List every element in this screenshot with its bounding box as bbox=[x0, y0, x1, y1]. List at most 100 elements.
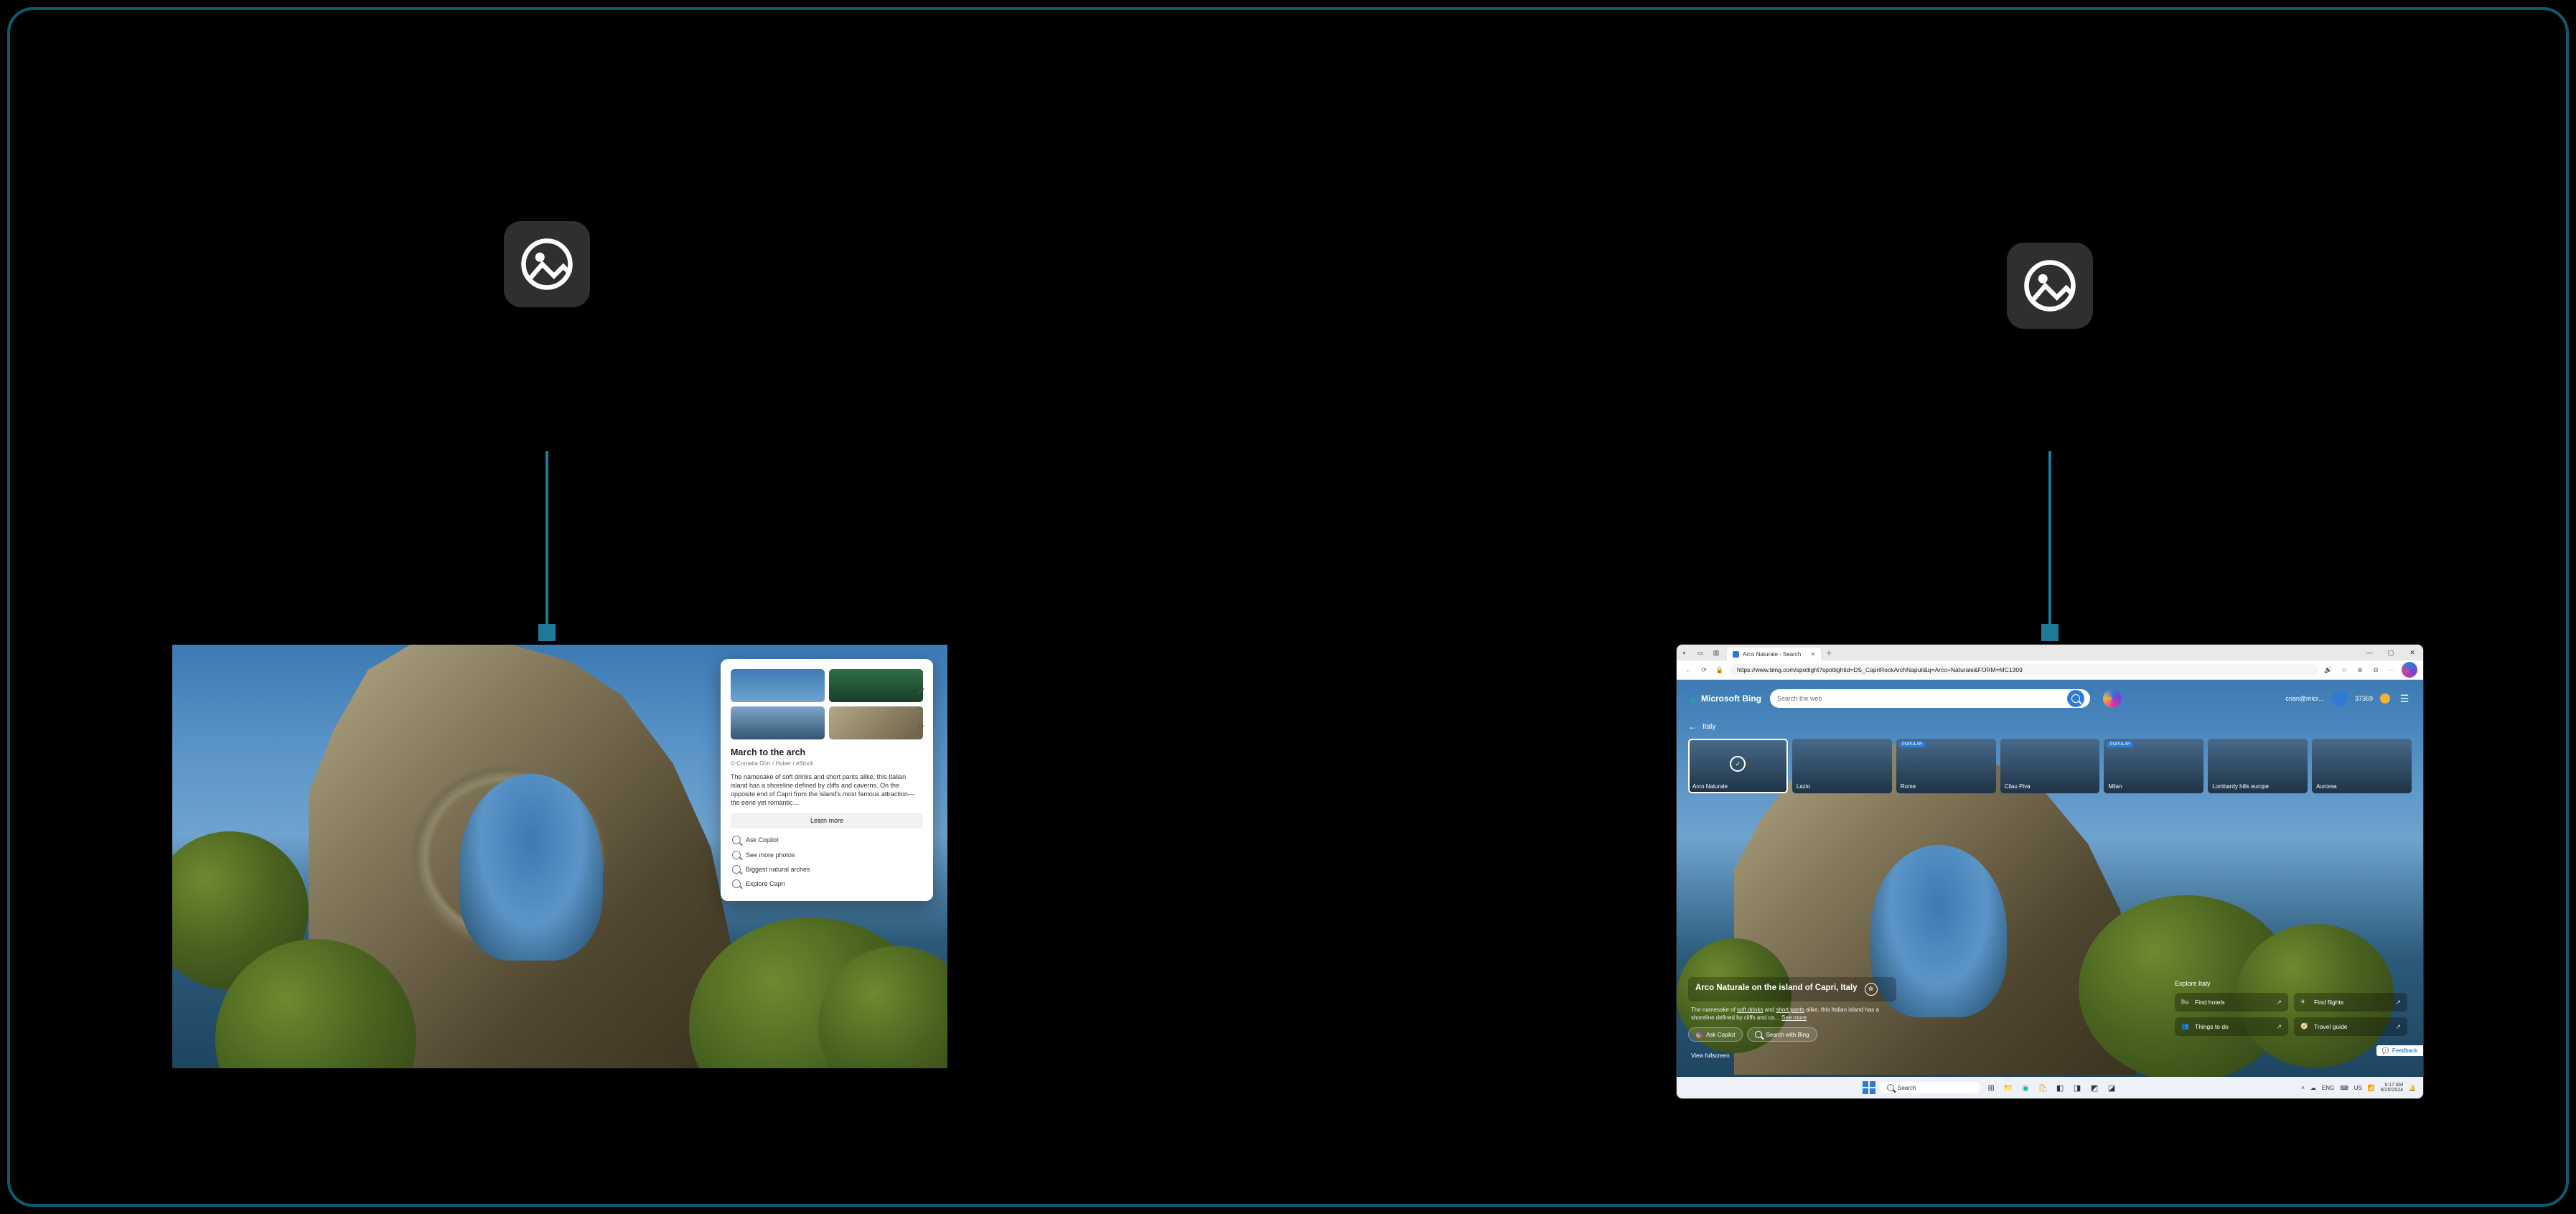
favorite-icon[interactable]: ☆ bbox=[2338, 664, 2350, 676]
back-arrow-icon[interactable]: ← bbox=[1688, 722, 1697, 732]
explore-capri-row[interactable]: Explore Capri bbox=[731, 877, 923, 891]
tray-lang[interactable]: ENG bbox=[2322, 1085, 2334, 1091]
address-bar[interactable]: https://www.bing.com/spotlight?spotlight… bbox=[1730, 664, 2318, 676]
copilot-icon bbox=[1696, 1032, 1702, 1038]
close-icon[interactable]: ✕ bbox=[916, 669, 926, 679]
biggest-arches-row[interactable]: Biggest natural arches bbox=[731, 862, 923, 877]
notifications-icon[interactable]: 🔔 bbox=[2409, 1085, 2416, 1091]
explore-heading: Explore Italy bbox=[2175, 980, 2407, 987]
tray-ime[interactable]: US bbox=[2354, 1085, 2362, 1091]
window-controls: — ▢ ✕ bbox=[2359, 645, 2423, 660]
tile-lombardy[interactable]: Lombardy hills europe bbox=[2208, 739, 2308, 793]
start-icon[interactable] bbox=[1863, 1081, 1875, 1094]
refresh-icon[interactable]: ⟳ bbox=[1698, 664, 1710, 676]
edge-bing-window: ◐ ▭ ▥ Arco Naturale - Search ✕ ＋ — ▢ ✕ ←… bbox=[1677, 645, 2423, 1098]
app-icon[interactable]: ◩ bbox=[2088, 1081, 2101, 1094]
onedrive-icon[interactable]: ☁ bbox=[2310, 1085, 2316, 1091]
search-icon bbox=[732, 851, 741, 859]
search-bing-chip[interactable]: Search with Bing bbox=[1747, 1027, 1817, 1042]
spotlight-web-icon bbox=[2007, 243, 2093, 329]
extensions-icon[interactable]: ⊕ bbox=[2354, 664, 2366, 676]
bing-logo-text: Microsoft Bing bbox=[1701, 694, 1761, 704]
thumbnail[interactable] bbox=[829, 706, 923, 739]
tile-aurorea[interactable]: Aurorea bbox=[2312, 739, 2412, 793]
favorite-hero-icon[interactable]: ☆ bbox=[1865, 983, 1878, 996]
bing-header: Microsoft Bing crian@micr… 37369 ☰ bbox=[1677, 680, 2423, 717]
read-aloud-icon[interactable]: 🔊 bbox=[2323, 664, 2334, 676]
tile-lazio[interactable]: Lazio bbox=[1792, 739, 1892, 793]
copilot-chat-icon[interactable] bbox=[2103, 689, 2122, 708]
breadcrumb[interactable]: ← Italy bbox=[1688, 722, 1715, 732]
things-to-do-cell[interactable]: 👥Things to do↗ bbox=[2175, 1017, 2288, 1036]
feedback-button[interactable]: 💬Feedback bbox=[2376, 1045, 2423, 1056]
tab-title: Arco Naturale - Search bbox=[1743, 651, 1801, 658]
hero-info-box: Arco Naturale on the island of Capri, It… bbox=[1688, 977, 1896, 1042]
pin-icon[interactable]: ◇ bbox=[916, 721, 926, 731]
copilot-sidebar-icon[interactable] bbox=[2402, 662, 2417, 678]
bing-logo[interactable]: Microsoft Bing bbox=[1688, 694, 1761, 704]
tile-arco-naturale[interactable]: ✓Arco Naturale bbox=[1688, 739, 1788, 793]
travel-guide-cell[interactable]: 🧭Travel guide↗ bbox=[2294, 1017, 2407, 1036]
thumbnail[interactable] bbox=[829, 669, 923, 702]
bing-search-box[interactable] bbox=[1770, 689, 2090, 708]
explorer-icon[interactable]: 📁 bbox=[2002, 1081, 2015, 1094]
settings-icon[interactable]: ⋯ bbox=[2386, 664, 2397, 676]
window-close-icon[interactable]: ✕ bbox=[2402, 645, 2423, 660]
edge-icon[interactable]: ◉ bbox=[2019, 1081, 2032, 1094]
card-credit: © Cornelia Dörr / Huber / eStock bbox=[731, 760, 923, 768]
row-label: Biggest natural arches bbox=[746, 865, 810, 874]
bing-search-input[interactable] bbox=[1776, 694, 2067, 703]
workspaces-icon[interactable]: ▭ bbox=[1692, 645, 1708, 660]
learn-more-button[interactable]: Learn more bbox=[731, 813, 923, 828]
find-hotels-cell[interactable]: 🛏Find hotels↗ bbox=[2175, 993, 2288, 1012]
expand-icon[interactable]: ⤢ bbox=[916, 686, 926, 696]
address-bar-row: ← ⟳ 🔒 https://www.bing.com/spotlight?spo… bbox=[1677, 660, 2423, 680]
ask-copilot-row[interactable]: Ask Copilot bbox=[731, 833, 923, 847]
hero-link[interactable]: short pants bbox=[1776, 1007, 1804, 1013]
tab-close-icon[interactable]: ✕ bbox=[1810, 651, 1815, 658]
external-icon: ↗ bbox=[2395, 1023, 2401, 1031]
store-icon[interactable]: 🛍 bbox=[2036, 1081, 2049, 1094]
see-more-link[interactable]: See more bbox=[1781, 1014, 1807, 1021]
search-icon bbox=[732, 879, 741, 888]
search-submit-icon[interactable] bbox=[2067, 690, 2084, 707]
rewards-points[interactable]: 37369 bbox=[2355, 695, 2373, 702]
view-fullscreen-link[interactable]: View fullscreen bbox=[1691, 1052, 1730, 1059]
ask-copilot-chip[interactable]: Ask Copilot bbox=[1688, 1027, 1743, 1042]
more-photos-row[interactable]: See more photos bbox=[731, 848, 923, 862]
wifi-icon[interactable]: 📶 bbox=[2368, 1085, 2375, 1091]
task-view-icon[interactable]: ⊞ bbox=[1985, 1081, 1997, 1094]
taskbar-clock[interactable]: 9:17 AM 8/20/2024 bbox=[2381, 1083, 2403, 1093]
browser-tab[interactable]: Arco Naturale - Search ✕ bbox=[1727, 648, 1821, 660]
hero-link[interactable]: soft drinks bbox=[1737, 1007, 1763, 1013]
account-cluster: crian@micr… 37369 ☰ bbox=[2285, 691, 2412, 706]
chevron-up-icon[interactable]: ˄ bbox=[2301, 1085, 2305, 1091]
minimize-icon[interactable]: — bbox=[2359, 645, 2380, 660]
profile-icon[interactable]: ◐ bbox=[1677, 645, 1692, 660]
system-tray: ˄ ☁ ENG ⌨ US 📶 9:17 AM 8/20/2024 🔔 bbox=[2301, 1083, 2416, 1093]
hamburger-icon[interactable]: ☰ bbox=[2397, 691, 2412, 706]
account-name[interactable]: crian@micr… bbox=[2285, 695, 2325, 702]
app-icon[interactable]: ◨ bbox=[2071, 1081, 2084, 1094]
thumbnail[interactable] bbox=[731, 669, 825, 702]
maximize-icon[interactable]: ▢ bbox=[2380, 645, 2402, 660]
plane-icon: ✈ bbox=[2300, 998, 2309, 1007]
tile-rome[interactable]: POPULARRome bbox=[1896, 739, 1996, 793]
popular-badge: POPULAR bbox=[2107, 742, 2133, 747]
app-icon[interactable]: ◪ bbox=[2105, 1081, 2118, 1094]
back-icon[interactable]: ← bbox=[1682, 664, 1694, 676]
find-flights-cell[interactable]: ✈Find flights↗ bbox=[2294, 993, 2407, 1012]
taskbar-search[interactable]: Search bbox=[1880, 1082, 1980, 1093]
new-tab-icon[interactable]: ＋ bbox=[1821, 645, 1837, 660]
keyboard-icon[interactable]: ⌨ bbox=[2340, 1085, 2348, 1091]
tile-cilau-piva[interactable]: Cilau Piva bbox=[2000, 739, 2100, 793]
avatar-icon[interactable] bbox=[2332, 691, 2348, 706]
search-icon bbox=[732, 836, 741, 844]
collections-icon[interactable]: ⧉ bbox=[2370, 664, 2381, 676]
refresh-icon[interactable]: ○ bbox=[916, 704, 926, 714]
tab-actions-icon[interactable]: ▥ bbox=[1708, 645, 1724, 660]
thumbnail[interactable] bbox=[731, 706, 825, 739]
tile-milan[interactable]: POPULARMilan bbox=[2104, 739, 2203, 793]
app-icon[interactable]: ◧ bbox=[2053, 1081, 2066, 1094]
activities-icon: 👥 bbox=[2181, 1022, 2190, 1031]
